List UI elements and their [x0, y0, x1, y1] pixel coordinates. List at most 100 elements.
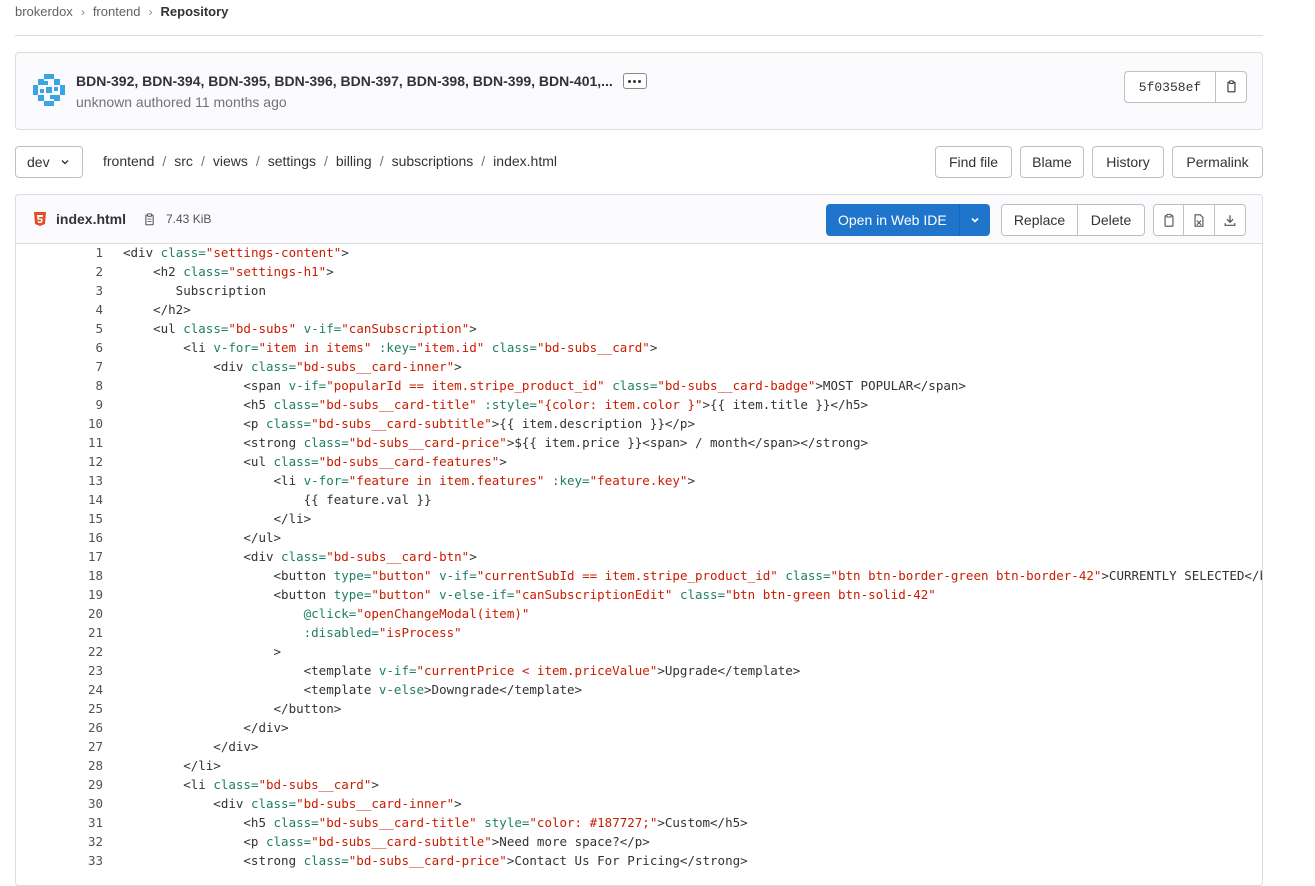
- code-string: "settings-content": [205, 245, 342, 260]
- line-number[interactable]: 9: [16, 397, 103, 412]
- code-attribute: :style=: [484, 397, 537, 412]
- path-segment[interactable]: settings: [268, 153, 316, 169]
- line-number[interactable]: 5: [16, 321, 103, 336]
- open-raw-button[interactable]: [1184, 204, 1215, 236]
- blame-button[interactable]: Blame: [1020, 146, 1084, 178]
- line-number[interactable]: 7: [16, 359, 103, 374]
- code-attribute: class=: [679, 587, 726, 602]
- permalink-button[interactable]: Permalink: [1172, 146, 1263, 178]
- code-string: "bd-subs": [228, 321, 297, 336]
- code-line: </button>: [123, 701, 342, 716]
- code-text: <strong: [123, 853, 304, 868]
- replace-button[interactable]: Replace: [1001, 204, 1078, 236]
- code-string: "currentSubId == item.stripe_product_id": [476, 568, 778, 583]
- web-ide-dropdown-toggle[interactable]: [958, 204, 990, 236]
- code-text: <li: [123, 777, 214, 792]
- line-number[interactable]: 19: [16, 587, 103, 602]
- code-line: <li class="bd-subs__card">: [123, 777, 379, 792]
- line-number[interactable]: 21: [16, 625, 103, 640]
- line-number[interactable]: 23: [16, 663, 103, 678]
- line-number[interactable]: 31: [16, 815, 103, 830]
- commit-title[interactable]: BDN-392, BDN-394, BDN-395, BDN-396, BDN-…: [76, 73, 613, 89]
- path-segment[interactable]: frontend: [103, 153, 154, 169]
- line-number[interactable]: 8: [16, 378, 103, 393]
- line-number[interactable]: 26: [16, 720, 103, 735]
- code-text: >${{ item.price }}<span> / month</span><…: [506, 435, 869, 450]
- line-number[interactable]: 15: [16, 511, 103, 526]
- line-number[interactable]: 1: [16, 245, 103, 260]
- line-number[interactable]: 25: [16, 701, 103, 716]
- line-number[interactable]: 3: [16, 283, 103, 298]
- code-text: >: [454, 796, 462, 811]
- copy-file-path-icon[interactable]: [143, 212, 156, 227]
- code-line: <ul class="bd-subs__card-features">: [123, 454, 506, 469]
- line-number[interactable]: 20: [16, 606, 103, 621]
- line-number[interactable]: 12: [16, 454, 103, 469]
- path-segment[interactable]: billing: [336, 153, 372, 169]
- open-in-web-ide-button[interactable]: Open in Web IDE: [826, 204, 959, 236]
- code-string: "isProcess": [378, 625, 462, 640]
- line-number[interactable]: 33: [16, 853, 103, 868]
- code-text: >{{ item.description }}</p>: [491, 416, 695, 431]
- code-string: "bd-subs__card-features": [318, 454, 500, 469]
- code-line: <p class="bd-subs__card-subtitle">{{ ite…: [123, 416, 695, 431]
- copy-icon: [1227, 80, 1236, 93]
- path-segment[interactable]: index.html: [493, 153, 557, 169]
- code-attribute: class=: [303, 853, 349, 868]
- line-number[interactable]: 10: [16, 416, 103, 431]
- file-name[interactable]: index.html: [56, 211, 126, 227]
- code-line: <div class="bd-subs__card-btn">: [123, 549, 476, 564]
- path-segment[interactable]: subscriptions: [392, 153, 474, 169]
- line-number[interactable]: 4: [16, 302, 103, 317]
- path-segment[interactable]: views: [213, 153, 248, 169]
- line-number[interactable]: 6: [16, 340, 103, 355]
- line-number[interactable]: 24: [16, 682, 103, 697]
- code-attribute: v-if=: [288, 378, 327, 393]
- code-attribute: v-if=: [378, 663, 417, 678]
- download-button[interactable]: [1215, 204, 1246, 236]
- toggle-commit-description-button[interactable]: [622, 73, 647, 89]
- avatar[interactable]: [33, 74, 65, 106]
- code-text: >: [649, 340, 658, 355]
- code-string: "bd-subs__card-inner": [296, 796, 455, 811]
- code-line: <button type="button" v-else-if="canSubs…: [123, 587, 936, 602]
- line-number[interactable]: 18: [16, 568, 103, 583]
- line-number[interactable]: 27: [16, 739, 103, 754]
- line-number[interactable]: 16: [16, 530, 103, 545]
- line-number[interactable]: 2: [16, 264, 103, 279]
- line-number[interactable]: 30: [16, 796, 103, 811]
- code-line: <h5 class="bd-subs__card-title" style="c…: [123, 815, 747, 830]
- line-number[interactable]: 11: [16, 435, 103, 450]
- open-in-web-ide-group: Open in Web IDE: [826, 204, 990, 236]
- commit-sha[interactable]: 5f0358ef: [1124, 71, 1216, 103]
- line-number[interactable]: 22: [16, 644, 103, 659]
- code-line: <strong class="bd-subs__card-price">Cont…: [123, 853, 747, 868]
- code-text: </li>: [123, 758, 221, 773]
- code-text: <p: [123, 834, 266, 849]
- find-file-button[interactable]: Find file: [935, 146, 1012, 178]
- breadcrumb-brokerdox[interactable]: brokerdox: [15, 4, 73, 19]
- line-number[interactable]: 13: [16, 473, 103, 488]
- code-text: <div: [123, 359, 251, 374]
- code-string: "bd-subs__card-title": [318, 397, 477, 412]
- code-text: >: [469, 321, 477, 336]
- code-string: "bd-subs__card-subtitle": [311, 416, 492, 431]
- branch-selector[interactable]: dev: [15, 146, 83, 178]
- delete-button[interactable]: Delete: [1078, 204, 1145, 236]
- line-number[interactable]: 29: [16, 777, 103, 792]
- line-number[interactable]: 14: [16, 492, 103, 507]
- line-number[interactable]: 17: [16, 549, 103, 564]
- line-number[interactable]: 32: [16, 834, 103, 849]
- history-button[interactable]: History: [1092, 146, 1164, 178]
- copy-contents-button[interactable]: [1153, 204, 1184, 236]
- copy-sha-button[interactable]: [1216, 71, 1247, 103]
- breadcrumb-frontend[interactable]: frontend: [93, 4, 141, 19]
- copy-icon: [1163, 213, 1174, 227]
- line-number[interactable]: 28: [16, 758, 103, 773]
- code-attribute: :key=: [551, 473, 590, 488]
- path-segment[interactable]: src: [174, 153, 193, 169]
- breadcrumb-repository[interactable]: Repository: [161, 4, 229, 19]
